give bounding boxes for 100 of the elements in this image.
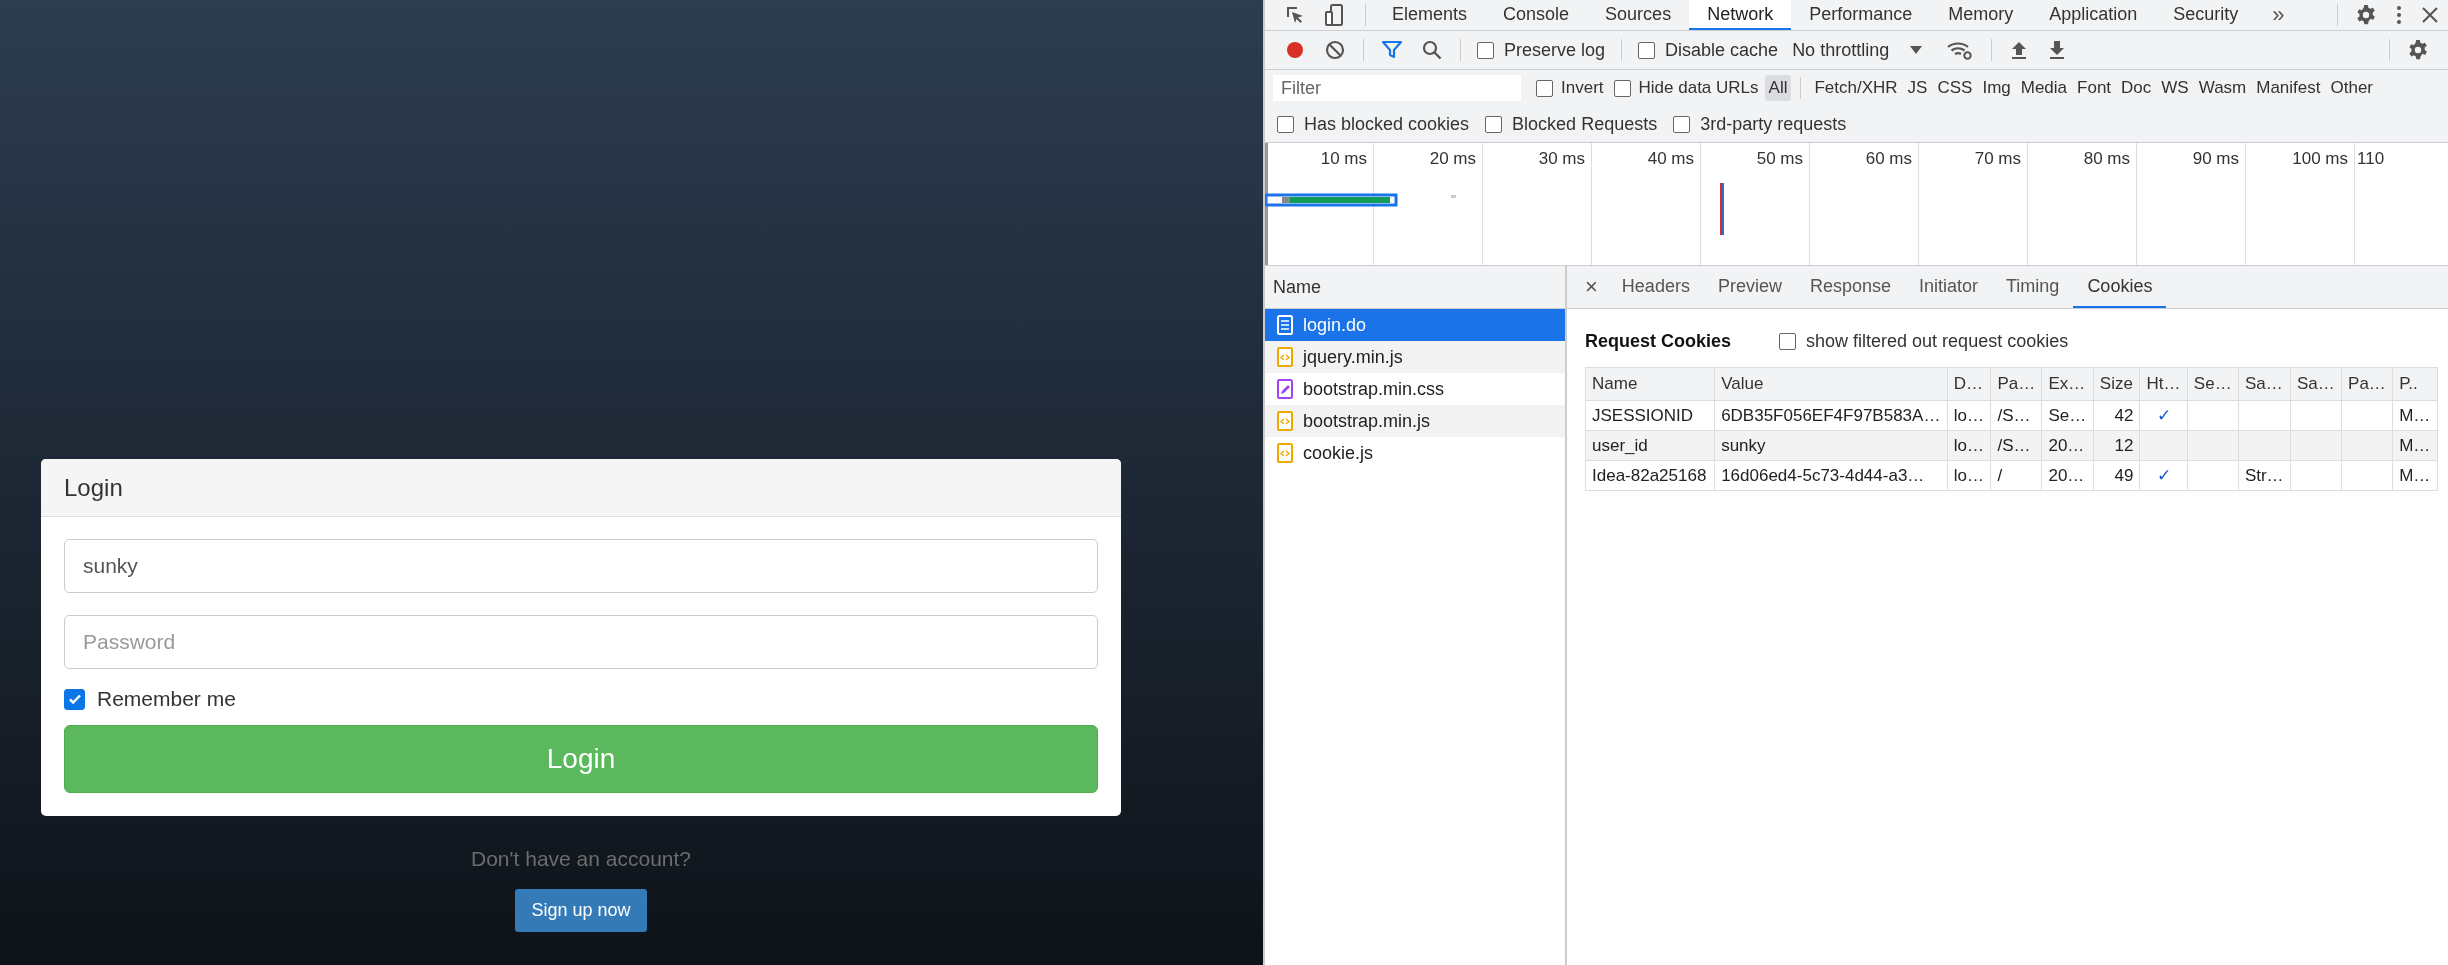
settings-icon[interactable]: [2355, 4, 2377, 26]
type-filter[interactable]: Manifest: [2252, 75, 2325, 101]
column-header[interactable]: Pa…: [2341, 367, 2393, 401]
type-filter[interactable]: WS: [2157, 75, 2193, 101]
table-cell: 6DB35F056EF4F97B583A…: [1721, 405, 1941, 425]
column-header[interactable]: Size: [2093, 367, 2140, 401]
detail-tab[interactable]: Preview: [1703, 266, 1796, 308]
panel-tab[interactable]: Performance: [1791, 0, 1931, 30]
blocked-filter-checkbox[interactable]: [1277, 115, 1294, 133]
time-tick: 90 ms: [2192, 149, 2239, 169]
menu-icon[interactable]: [2395, 4, 2403, 26]
column-header[interactable]: D…: [1947, 367, 1991, 401]
table-cell: /: [1997, 465, 2003, 485]
table-cell: lo…: [1953, 465, 1984, 485]
more-tabs[interactable]: »: [2256, 0, 2301, 30]
column-header[interactable]: Name: [1585, 367, 1715, 401]
detail-tab[interactable]: Timing: [1992, 266, 2074, 308]
type-filter[interactable]: JS: [1903, 75, 1932, 101]
close-icon[interactable]: [2421, 6, 2439, 24]
column-header[interactable]: Pa…: [1990, 367, 2042, 401]
close-button[interactable]: ×: [1575, 266, 1608, 308]
remember-checkbox[interactable]: [64, 688, 85, 710]
table-cell: Idea-82a25168: [1592, 465, 1707, 485]
type-filter[interactable]: Img: [1978, 75, 2015, 101]
column-header[interactable]: Value: [1714, 367, 1948, 401]
show-filtered-checkbox[interactable]: [1779, 332, 1797, 350]
table-cell: M…: [2399, 465, 2431, 485]
invert-label: Invert: [1561, 78, 1604, 98]
wifi-settings-icon[interactable]: [1946, 39, 1975, 61]
table-cell: user_id: [1592, 435, 1648, 455]
detail-tab[interactable]: Initiator: [1905, 266, 1993, 308]
table-cell: /S…: [1997, 405, 2031, 425]
name-column-header: Name: [1273, 276, 1321, 298]
throttling-dropdown[interactable]: No throttling: [1792, 39, 1890, 61]
disable-cache-label: Disable cache: [1665, 39, 1779, 61]
time-tick: 50 ms: [1756, 149, 1803, 169]
section-title: Request Cookies: [1585, 330, 1732, 352]
panel-tab[interactable]: Network: [1689, 0, 1792, 30]
request-row[interactable]: jquery.min.js: [1265, 341, 1565, 373]
column-header[interactable]: Se…: [2187, 367, 2239, 401]
type-filter[interactable]: Media: [2016, 75, 2072, 101]
type-filter[interactable]: All: [1764, 75, 1792, 101]
table-cell: lo…: [1953, 435, 1984, 455]
settings-icon[interactable]: [2407, 39, 2429, 61]
hide-data-urls-checkbox[interactable]: [1613, 79, 1631, 97]
record-icon[interactable]: [1284, 39, 1306, 61]
preserve-log-checkbox[interactable]: [1477, 41, 1494, 59]
time-tick: 20 ms: [1429, 149, 1476, 169]
column-header[interactable]: Sa…: [2238, 367, 2291, 401]
column-header[interactable]: Sa…: [2290, 367, 2342, 401]
panel-tab[interactable]: Application: [2031, 0, 2156, 30]
table-cell: ✓: [2156, 406, 2171, 425]
table-cell: 20…: [2048, 435, 2085, 455]
time-tick: 40 ms: [1647, 149, 1694, 169]
table-cell: 20…: [2048, 465, 2085, 485]
hide-data-urls-label: Hide data URLs: [1638, 78, 1759, 98]
panel-tab[interactable]: Memory: [1930, 0, 2032, 30]
disable-cache-checkbox[interactable]: [1638, 41, 1656, 59]
panel-tab[interactable]: Elements: [1374, 0, 1486, 30]
type-filter[interactable]: Doc: [2117, 75, 2156, 101]
time-tick: 30 ms: [1538, 149, 1585, 169]
signup-prompt: Don't have an account?: [471, 847, 691, 871]
detail-tab[interactable]: Cookies: [2073, 266, 2167, 308]
type-filter[interactable]: CSS: [1933, 75, 1977, 101]
signup-button[interactable]: Sign up now: [515, 889, 647, 932]
username-field[interactable]: sunky: [64, 539, 1098, 593]
filter-icon[interactable]: [1381, 39, 1403, 61]
detail-tab[interactable]: Headers: [1607, 266, 1704, 308]
type-filter[interactable]: Wasm: [2194, 75, 2251, 101]
blocked-filter-label: Has blocked cookies: [1304, 113, 1470, 135]
script-icon: [1277, 347, 1293, 367]
panel-tab[interactable]: Security: [2155, 0, 2257, 30]
request-row[interactable]: login.do: [1265, 309, 1565, 341]
table-cell: /S…: [1997, 435, 2031, 455]
panel-tab[interactable]: Sources: [1587, 0, 1690, 30]
show-filtered-label: show filtered out request cookies: [1806, 330, 2069, 352]
filter-field[interactable]: Filter: [1273, 75, 1521, 101]
clear-icon[interactable]: [1324, 39, 1346, 61]
column-header[interactable]: Ht…: [2139, 367, 2188, 401]
type-filter[interactable]: Font: [2073, 75, 2116, 101]
request-row[interactable]: bootstrap.min.js: [1265, 405, 1565, 437]
type-filter[interactable]: Fetch/XHR: [1810, 75, 1902, 101]
panel-tab[interactable]: Console: [1485, 0, 1588, 30]
table-cell: M…: [2399, 435, 2431, 455]
password-field[interactable]: Password: [64, 615, 1098, 669]
column-header[interactable]: P..: [2392, 367, 2438, 401]
blocked-filter-checkbox[interactable]: [1673, 115, 1691, 133]
search-icon[interactable]: [1421, 39, 1443, 61]
script-icon: [1277, 443, 1293, 463]
table-cell: JSESSIONID: [1592, 405, 1694, 425]
detail-tab[interactable]: Response: [1795, 266, 1905, 308]
table-cell: sunky: [1721, 435, 1766, 455]
blocked-filter-checkbox[interactable]: [1485, 115, 1503, 133]
card-title: Login: [64, 473, 123, 502]
column-header[interactable]: Ex…: [2041, 367, 2094, 401]
invert-checkbox[interactable]: [1536, 79, 1553, 97]
time-tick: 60 ms: [1865, 149, 1912, 169]
type-filter[interactable]: Other: [2326, 75, 2378, 101]
table-cell: Se…: [2048, 405, 2087, 425]
caret-icon[interactable]: [1909, 45, 1924, 55]
